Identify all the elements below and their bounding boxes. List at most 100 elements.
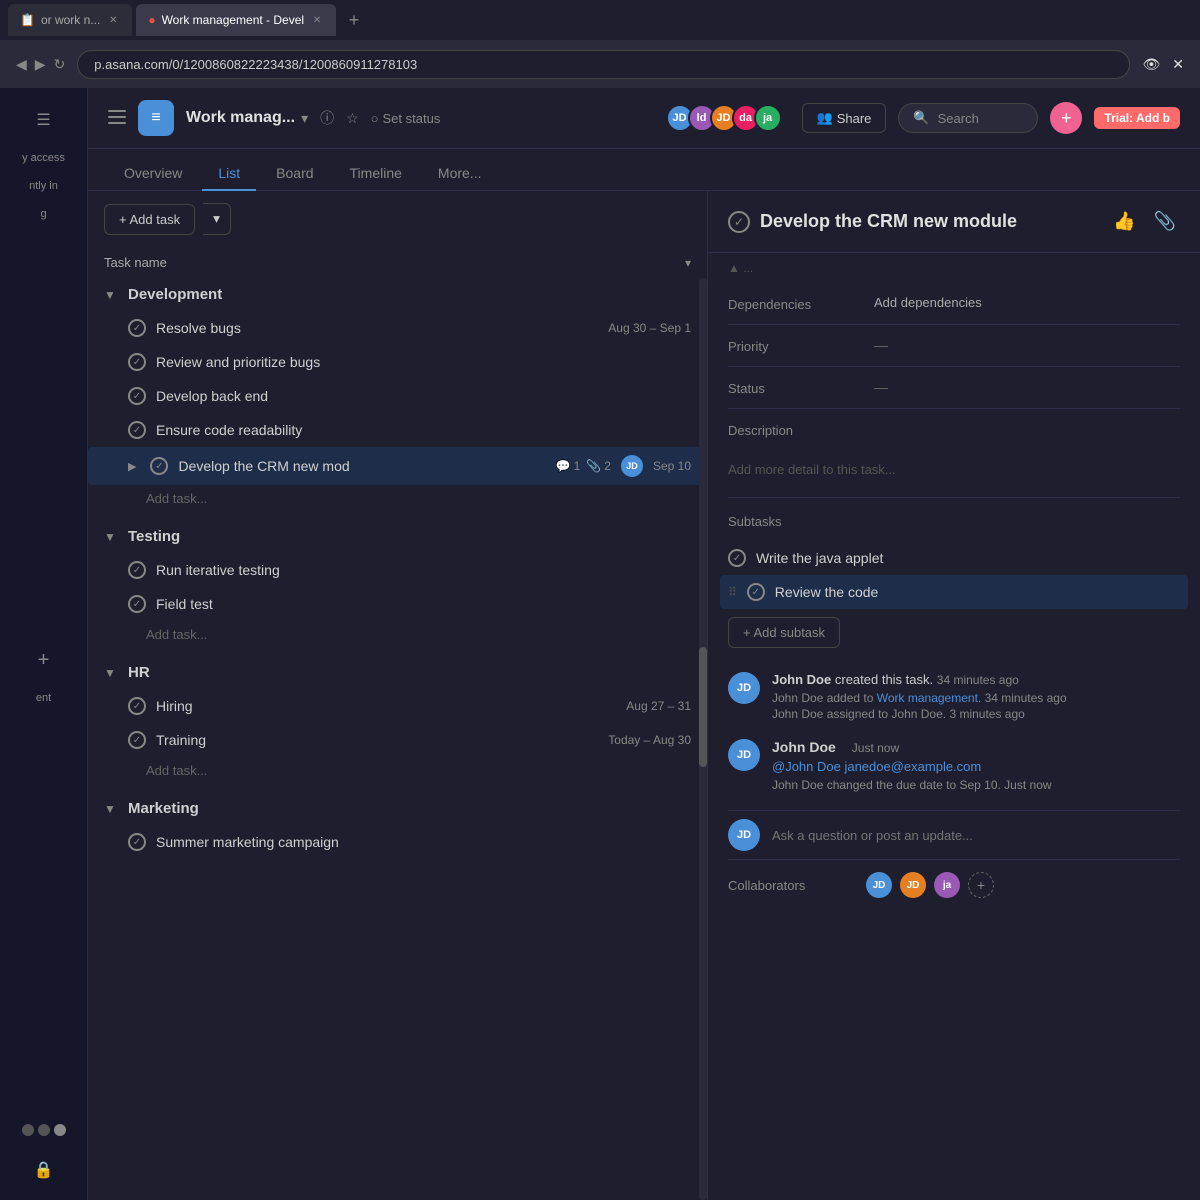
detail-like-btn[interactable]: 👍 (1109, 207, 1139, 236)
task-check-summer-campaign[interactable]: ✓ (128, 833, 146, 851)
add-task-development[interactable]: Add task... (88, 485, 707, 512)
search-box[interactable]: 🔍 Search (898, 103, 1038, 133)
filter-arrow[interactable]: ▾ (685, 256, 691, 270)
work-mgmt-link[interactable]: Work management (877, 691, 978, 705)
tab-close-2[interactable]: ✕ (310, 13, 324, 27)
section-toggle-hr[interactable]: ▼ (104, 666, 120, 680)
comment-input-row: JD (728, 810, 1180, 859)
priority-value[interactable]: — (874, 337, 888, 353)
task-expand-crm[interactable]: ▶ (128, 460, 136, 473)
forward-icon[interactable]: ▶ (35, 56, 46, 73)
sidebar-add-btn[interactable]: + (24, 640, 64, 680)
add-button[interactable]: + (1050, 102, 1082, 134)
tab-more[interactable]: More... (422, 157, 498, 191)
share-button[interactable]: 👥 Share (802, 103, 887, 133)
scrollbar-track[interactable] (699, 278, 707, 1200)
collaborators-label: Collaborators (728, 878, 858, 893)
task-row-develop-backend[interactable]: ✓ Develop back end (88, 379, 707, 413)
comment-count: 1 (574, 459, 581, 473)
sidebar-in-label: ntly in (21, 176, 66, 196)
tab-inactive[interactable]: 📋 or work n... ✕ (8, 4, 132, 36)
task-row-summer-campaign[interactable]: ✓ Summer marketing campaign (88, 825, 707, 859)
section-name-testing: Testing (128, 528, 180, 545)
mention-link[interactable]: @John Doe janedoe@example.com (772, 759, 1180, 774)
add-subtask-button[interactable]: + Add subtask (728, 617, 840, 648)
task-check-crm-module[interactable]: ✓ (150, 457, 168, 475)
section-header-hr[interactable]: ▼ HR (88, 656, 707, 689)
activity-author-1: John Doe (772, 672, 831, 687)
sidebar-g-label: g (32, 204, 54, 224)
tab-board[interactable]: Board (260, 157, 329, 191)
add-task-dropdown[interactable]: ▾ (203, 203, 231, 235)
task-row-run-testing[interactable]: ✓ Run iterative testing (88, 553, 707, 587)
subtask-java-applet[interactable]: ✓ Write the java applet (728, 541, 1180, 575)
star-icon[interactable]: ☆ (346, 110, 359, 127)
project-expand-icon[interactable]: ▾ (301, 110, 308, 127)
back-icon[interactable]: ◀ (16, 56, 27, 73)
dot-3 (54, 1124, 66, 1136)
add-tab-button[interactable]: + (340, 6, 368, 34)
info-icon[interactable]: ⓘ (320, 108, 334, 128)
address-input[interactable] (77, 50, 1130, 79)
tab-timeline[interactable]: Timeline (334, 157, 418, 191)
share-label: Share (837, 111, 872, 126)
add-task-label: + Add task (119, 212, 180, 227)
section-header-testing[interactable]: ▼ Testing (88, 520, 707, 553)
activity-main-1: John Doe created this task. 34 minutes a… (772, 672, 1180, 687)
task-row-resolve-bugs[interactable]: ✓ Resolve bugs Aug 30 – Sep 1 (88, 311, 707, 345)
section-toggle-testing[interactable]: ▼ (104, 530, 120, 544)
task-check-training[interactable]: ✓ (128, 731, 146, 749)
section-name-marketing: Marketing (128, 800, 199, 817)
subtask-check-java[interactable]: ✓ (728, 549, 746, 567)
comment-input[interactable] (772, 828, 1180, 843)
add-task-button[interactable]: + Add task (104, 204, 195, 235)
task-list-scroll[interactable]: ▼ Development ✓ Resolve bugs Aug 30 – Se… (88, 278, 707, 1200)
window-close-icon[interactable]: ✕ (1172, 56, 1184, 73)
share-icon: 👥 (817, 110, 833, 126)
task-name-training: Training (156, 732, 598, 748)
status-value[interactable]: — (874, 379, 888, 395)
activity-time-1: 34 minutes ago (937, 673, 1019, 687)
add-task-hr[interactable]: Add task... (88, 757, 707, 784)
scrollbar-thumb[interactable] (699, 647, 707, 767)
section-toggle-marketing[interactable]: ▼ (104, 802, 120, 816)
task-check-code-readability[interactable]: ✓ (128, 421, 146, 439)
tab-active[interactable]: ● Work management - Devel ✕ (136, 4, 336, 36)
task-row-hiring[interactable]: ✓ Hiring Aug 27 – 31 (88, 689, 707, 723)
activity-item-john-doe: JD John Doe Just now @John Doe janedoe@e… (728, 739, 1180, 794)
description-placeholder[interactable]: Add more detail to this task... (728, 454, 896, 485)
task-name-resolve-bugs: Resolve bugs (156, 320, 598, 336)
task-row-training[interactable]: ✓ Training Today – Aug 30 (88, 723, 707, 757)
task-check-run-testing[interactable]: ✓ (128, 561, 146, 579)
task-row-review-bugs[interactable]: ✓ Review and prioritize bugs (88, 345, 707, 379)
subtask-check-review[interactable]: ✓ (747, 583, 765, 601)
section-header-marketing[interactable]: ▼ Marketing (88, 792, 707, 825)
tab-list[interactable]: List (202, 157, 256, 191)
task-check-review-bugs[interactable]: ✓ (128, 353, 146, 371)
task-row-crm-module[interactable]: ▶ ✓ Develop the CRM new mod 💬 1 📎 (88, 447, 707, 485)
section-header-development[interactable]: ▼ Development (88, 278, 707, 311)
task-check-develop-backend[interactable]: ✓ (128, 387, 146, 405)
tab-overview[interactable]: Overview (108, 157, 198, 191)
tab-close-1[interactable]: ✕ (106, 13, 120, 27)
task-check-field-test[interactable]: ✓ (128, 595, 146, 613)
subtask-review-code[interactable]: ⠿ ✓ Review the code (720, 575, 1188, 609)
detail-attach-btn[interactable]: 📎 (1150, 207, 1180, 236)
drag-handle-icon[interactable]: ⠿ (728, 585, 737, 599)
sidebar-collapse-btn[interactable]: ☰ (24, 100, 64, 140)
add-task-testing[interactable]: Add task... (88, 621, 707, 648)
add-collaborator-btn[interactable]: + (968, 872, 994, 898)
set-status-btn[interactable]: ○ Set status (371, 111, 441, 126)
refresh-icon[interactable]: ↻ (54, 56, 66, 73)
add-dependencies-btn[interactable]: Add dependencies (874, 295, 982, 310)
attachment-icon: 📎 (586, 459, 601, 473)
subtasks-section: Subtasks ✓ Write the java applet ⠿ ✓ Rev… (728, 498, 1180, 656)
section-toggle-development[interactable]: ▼ (104, 288, 120, 302)
detail-task-check[interactable]: ✓ (728, 211, 750, 233)
task-row-code-readability[interactable]: ✓ Ensure code readability (88, 413, 707, 447)
sidebar-toggle-btn[interactable] (108, 108, 126, 129)
task-check-resolve-bugs[interactable]: ✓ (128, 319, 146, 337)
task-check-hiring[interactable]: ✓ (128, 697, 146, 715)
task-row-field-test[interactable]: ✓ Field test (88, 587, 707, 621)
task-name-crm-module: Develop the CRM new mod (178, 458, 545, 474)
